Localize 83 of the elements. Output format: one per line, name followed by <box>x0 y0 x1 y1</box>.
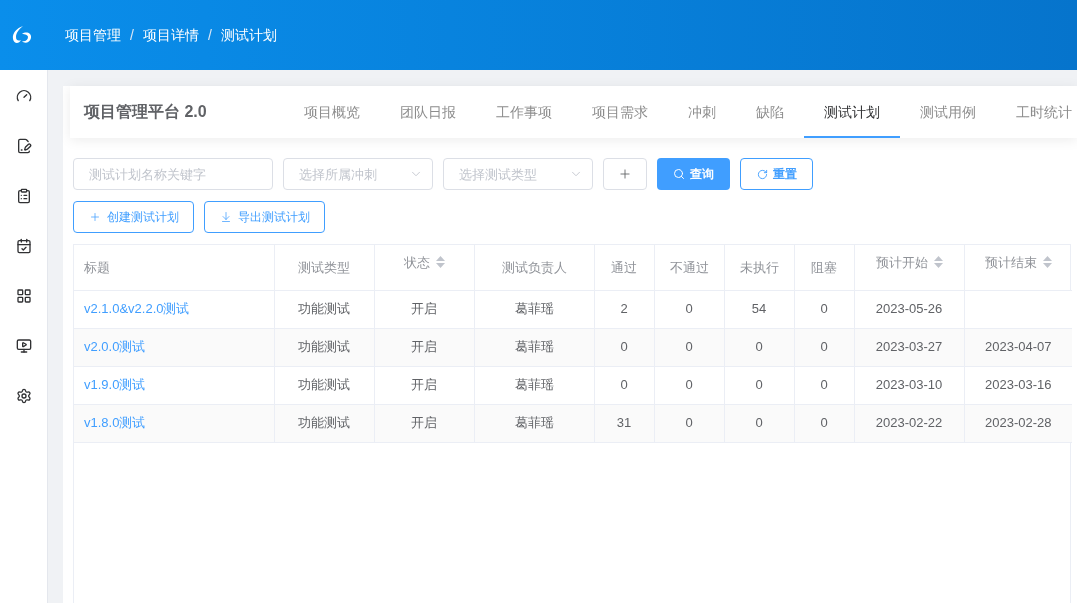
nav-tab[interactable]: 测试计划 <box>804 86 900 138</box>
table-cell: 0 <box>594 366 654 404</box>
breadcrumb-link[interactable]: 项目详情 <box>142 24 199 46</box>
download-icon <box>219 211 232 223</box>
edit-document-icon[interactable] <box>15 138 32 154</box>
nav-tab[interactable]: 工时统计 <box>996 86 1077 138</box>
nav-tab[interactable]: 测试用例 <box>900 86 996 138</box>
table-cell: 功能测试 <box>274 328 374 366</box>
table-cell: 功能测试 <box>274 404 374 442</box>
plus-icon <box>618 167 632 181</box>
table-cell: 0 <box>654 328 724 366</box>
table-cell: 葛菲瑶 <box>474 328 594 366</box>
project-title: 项目管理平台 2.0 <box>84 102 207 122</box>
column-header: 状态 <box>403 253 430 272</box>
column-header: 未执行 <box>739 258 779 277</box>
table-cell: 2023-05-26 <box>854 290 964 328</box>
column-header: 预计结束 <box>984 253 1037 272</box>
grid-icon[interactable] <box>15 288 32 304</box>
clipboard-icon[interactable] <box>15 188 32 204</box>
table-cell: 0 <box>654 290 724 328</box>
table-cell: 2023-04-07 <box>964 328 1072 366</box>
table-cell: 0 <box>794 366 854 404</box>
table-cell: 0 <box>654 404 724 442</box>
reset-button[interactable]: 重置 <box>740 158 813 190</box>
column-header: 标题 <box>84 258 110 277</box>
column-header: 预计开始 <box>875 253 928 272</box>
table-cell: 0 <box>724 366 794 404</box>
column-header: 测试负责人 <box>501 258 567 277</box>
search-icon <box>673 168 685 180</box>
export-button[interactable]: 导出测试计划 <box>204 201 325 233</box>
table-cell: 2023-02-28 <box>964 404 1072 442</box>
logo-icon <box>11 25 33 45</box>
table-cell: 葛菲瑶 <box>474 290 594 328</box>
nav-tab[interactable]: 团队日报 <box>380 86 476 138</box>
table-cell: 2 <box>594 290 654 328</box>
table-cell: 2023-03-16 <box>964 366 1072 404</box>
nav-tab[interactable]: 缺陷 <box>736 86 804 138</box>
plan-title-link[interactable]: v2.0.0测试 <box>84 339 146 355</box>
keyword-field[interactable]: 测试计划名称关键字 <box>73 158 273 190</box>
select-field[interactable]: 选择测试类型 <box>443 158 593 190</box>
table-cell: 0 <box>794 290 854 328</box>
table-cell: 开启 <box>374 290 474 328</box>
plus-icon <box>88 211 101 223</box>
nav-tab[interactable]: 冲刺 <box>668 86 736 138</box>
calendar-icon[interactable] <box>15 238 32 254</box>
table-cell: 葛菲瑶 <box>474 366 594 404</box>
table-cell: 功能测试 <box>274 290 374 328</box>
breadcrumb-separator: / <box>207 25 212 45</box>
plan-title-link[interactable]: v1.8.0测试 <box>84 415 146 431</box>
breadcrumb-link[interactable]: 测试计划 <box>220 24 277 46</box>
breadcrumb-separator: / <box>130 25 134 45</box>
table-cell: 开启 <box>374 328 474 366</box>
table-cell: 31 <box>594 404 654 442</box>
table-cell: 0 <box>724 328 794 366</box>
column-header: 阻塞 <box>811 258 837 277</box>
refresh-icon <box>756 168 768 180</box>
table-cell: 54 <box>724 290 794 328</box>
column-header: 测试类型 <box>298 258 350 277</box>
nav-tab[interactable]: 项目需求 <box>572 86 668 138</box>
table-cell: 功能测试 <box>274 366 374 404</box>
monitor-icon[interactable] <box>15 338 32 354</box>
table-cell: 2023-02-22 <box>854 404 964 442</box>
column-header: 不通过 <box>669 258 709 277</box>
search-button[interactable]: 查询 <box>657 158 730 190</box>
table-cell: 葛菲瑶 <box>474 404 594 442</box>
column-header: 通过 <box>611 258 637 277</box>
table-cell: 0 <box>594 328 654 366</box>
table-cell: 开启 <box>374 404 474 442</box>
nav-tab[interactable]: 项目概览 <box>284 86 380 138</box>
nav-tab[interactable]: 工作事项 <box>476 86 572 138</box>
plan-title-link[interactable]: v1.9.0测试 <box>84 377 146 393</box>
breadcrumb-link[interactable]: 项目管理 <box>65 24 121 46</box>
table-cell: 0 <box>794 328 854 366</box>
table-cell: 0 <box>724 404 794 442</box>
table-cell: 2023-03-27 <box>854 328 964 366</box>
create-button[interactable]: 创建测试计划 <box>73 201 194 233</box>
settings-icon[interactable] <box>15 388 32 404</box>
table-cell: 0 <box>654 366 724 404</box>
table-cell: 2023-03-10 <box>854 366 964 404</box>
plan-title-link[interactable]: v2.1.0&v2.2.0测试 <box>84 301 190 317</box>
table-cell: 开启 <box>374 366 474 404</box>
table-cell: 0 <box>794 404 854 442</box>
gauge-icon[interactable] <box>15 88 32 104</box>
